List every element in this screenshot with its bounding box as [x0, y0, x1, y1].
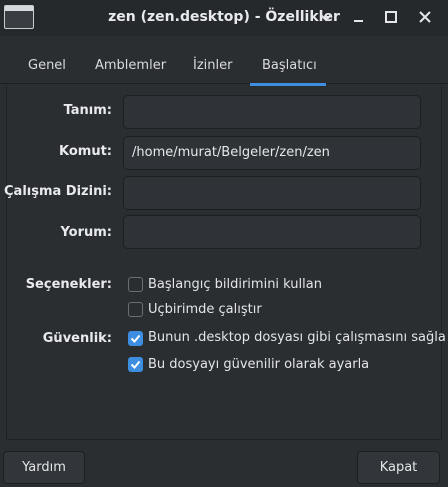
- tanim-field[interactable]: [123, 95, 421, 129]
- run-in-terminal-label[interactable]: Uçbirimde çalıştır: [148, 302, 262, 317]
- tab-baslatici[interactable]: Başlatıcı: [262, 58, 317, 73]
- run-in-terminal-checkbox[interactable]: [128, 302, 143, 317]
- yorum-field[interactable]: [123, 215, 421, 249]
- desktop-file-label[interactable]: Bunun .desktop dosyası gibi çalışmasını …: [148, 330, 446, 345]
- trusted-file-label[interactable]: Bu dosyayı güvenilir olarak ayarla: [148, 357, 369, 372]
- tanim-label: Tanım:: [63, 103, 112, 118]
- komut-label: Komut:: [59, 144, 112, 159]
- close-icon[interactable]: [417, 9, 433, 25]
- calisma-dizini-label: Çalışma Dizini:: [4, 184, 112, 199]
- title-bar[interactable]: zen (zen.desktop) - Özellikler: [0, 0, 448, 36]
- close-button[interactable]: Kapat: [357, 451, 440, 484]
- minimize-icon[interactable]: [351, 9, 367, 25]
- help-button[interactable]: Yardım: [3, 451, 85, 484]
- startup-notify-checkbox[interactable]: [128, 277, 143, 292]
- desktop-file-checkbox[interactable]: [128, 331, 143, 346]
- tab-genel[interactable]: Genel: [28, 58, 66, 73]
- maximize-icon[interactable]: [383, 9, 399, 25]
- tab-bar: Genel Amblemler İzinler Başlatıcı: [0, 36, 448, 84]
- guvenlik-label: Güvenlik:: [42, 331, 112, 346]
- window-title: zen (zen.desktop) - Özellikler: [108, 9, 340, 25]
- calisma-dizini-field[interactable]: [123, 176, 421, 210]
- trusted-file-checkbox[interactable]: [128, 357, 143, 372]
- secenekler-label: Seçenekler:: [25, 277, 112, 292]
- tab-amblemler[interactable]: Amblemler: [95, 58, 166, 73]
- yorum-label: Yorum:: [60, 225, 112, 240]
- komut-field[interactable]: /home/murat/Belgeler/zen/zen: [123, 136, 421, 170]
- chevron-down-icon[interactable]: [318, 9, 334, 25]
- tab-izinler[interactable]: İzinler: [193, 58, 232, 73]
- startup-notify-label[interactable]: Başlangıç bildirimini kullan: [148, 277, 322, 292]
